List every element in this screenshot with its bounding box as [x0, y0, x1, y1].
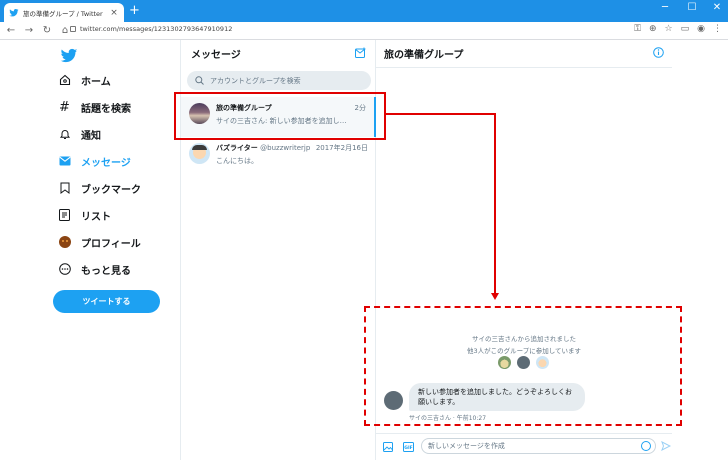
- minimize-icon[interactable]: ─: [658, 2, 672, 13]
- nav-lists[interactable]: リスト: [58, 205, 111, 225]
- nav-notifications-label: 通知: [81, 130, 101, 142]
- address-bar-row: ← → ↻ ⌂ twitter.com/messages/12313027936…: [0, 22, 728, 40]
- cast-icon[interactable]: ▭: [681, 24, 690, 34]
- conversation-item-buzzwriter[interactable]: バズライター @buzzwriterjp 2017年2月16日 こんにちは。: [181, 137, 376, 177]
- nav-bookmarks[interactable]: ブックマーク: [58, 178, 141, 198]
- more-icon: [58, 263, 71, 276]
- buzzwriter-avatar: [189, 143, 210, 164]
- search-icon: [195, 76, 204, 85]
- nav-home[interactable]: ホーム: [58, 70, 111, 90]
- new-tab-button[interactable]: +: [129, 3, 140, 19]
- browser-toolbar-icons: ⚿ ⊕ ☆ ▭ ◉ ⋮: [634, 24, 722, 34]
- nav-more-label: もっと見る: [81, 265, 131, 277]
- maximize-icon[interactable]: ☐: [685, 2, 699, 13]
- tab-close-icon[interactable]: ×: [109, 8, 119, 18]
- lock-icon: [70, 26, 76, 32]
- highlight-box: [174, 92, 386, 140]
- hashtag-icon: #: [59, 99, 70, 115]
- messages-title: メッセージ: [191, 50, 241, 61]
- list-icon: [58, 209, 71, 222]
- left-nav: ホーム # 話題を検索 通知 メッセージ ブックマーク リスト プロフィール も…: [0, 40, 180, 460]
- reload-icon[interactable]: ↻: [40, 25, 54, 36]
- annotation-arrowhead: [491, 293, 499, 300]
- mail-icon: [58, 155, 71, 168]
- message-search-input[interactable]: アカウントとグループを検索: [187, 71, 371, 90]
- tweet-button[interactable]: ツイートする: [53, 290, 160, 313]
- account-icon[interactable]: ◉: [697, 24, 705, 34]
- nav-profile-label: プロフィール: [81, 238, 141, 250]
- message-input-placeholder: 新しいメッセージを作成: [428, 442, 505, 450]
- nav-explore[interactable]: # 話題を検索: [58, 97, 131, 117]
- nav-home-label: ホーム: [81, 76, 111, 88]
- conversation-display-name: バズライター: [216, 144, 258, 152]
- forward-icon[interactable]: →: [22, 25, 36, 36]
- home-icon: [58, 74, 71, 87]
- nav-explore-label: 話題を検索: [81, 103, 131, 115]
- nav-messages-label: メッセージ: [81, 157, 131, 169]
- nav-lists-label: リスト: [81, 211, 111, 223]
- info-icon[interactable]: [653, 47, 664, 58]
- window-close-icon[interactable]: ✕: [710, 2, 724, 13]
- nav-profile[interactable]: プロフィール: [58, 232, 141, 252]
- bookmark-icon: [58, 182, 71, 195]
- annotation-connector-horizontal: [386, 113, 496, 115]
- extension-icon[interactable]: ⊕: [649, 24, 657, 34]
- browser-titlebar: 旅の準備グループ / Twitter × + ─ ☐ ✕: [0, 0, 728, 22]
- conversation-name: バズライター @buzzwriterjp: [216, 143, 310, 153]
- conversation-preview: こんにちは。: [216, 157, 258, 165]
- avatar-icon: [58, 236, 71, 249]
- url-text: twitter.com/messages/1231302793647910912: [80, 25, 233, 33]
- conversation-title: 旅の準備グループ: [384, 50, 464, 61]
- bell-icon: [58, 128, 71, 141]
- twitter-logo-icon[interactable]: [60, 48, 78, 64]
- header-divider: [376, 67, 672, 68]
- emoji-icon[interactable]: [641, 441, 651, 451]
- tab-title: 旅の準備グループ / Twitter: [23, 9, 103, 18]
- send-icon[interactable]: [661, 441, 671, 451]
- nav-bookmarks-label: ブックマーク: [81, 184, 141, 196]
- nav-notifications[interactable]: 通知: [58, 124, 101, 144]
- highlight-dashed-box: [364, 306, 682, 426]
- back-icon[interactable]: ←: [4, 25, 18, 36]
- nav-messages[interactable]: メッセージ: [58, 151, 131, 171]
- conversation-time: 2017年2月16日: [315, 144, 368, 152]
- twitter-bird-icon: [9, 8, 19, 16]
- composer-divider: [376, 433, 672, 434]
- browser-tab[interactable]: 旅の準備グループ / Twitter ×: [4, 3, 124, 22]
- star-icon[interactable]: ☆: [665, 24, 673, 34]
- new-message-icon[interactable]: [355, 47, 367, 58]
- gif-icon[interactable]: GIF: [403, 442, 414, 452]
- nav-more[interactable]: もっと見る: [58, 259, 131, 279]
- menu-icon[interactable]: ⋮: [713, 24, 722, 34]
- annotation-connector-vertical: [494, 113, 496, 293]
- search-placeholder: アカウントとグループを検索: [210, 76, 301, 85]
- image-icon[interactable]: [383, 442, 393, 452]
- svg-text:GIF: GIF: [404, 445, 412, 451]
- conversation-handle: @buzzwriterjp: [260, 144, 311, 152]
- url-field[interactable]: twitter.com/messages/1231302793647910912: [70, 25, 232, 33]
- key-icon[interactable]: ⚿: [634, 24, 641, 34]
- message-input[interactable]: 新しいメッセージを作成: [421, 438, 656, 454]
